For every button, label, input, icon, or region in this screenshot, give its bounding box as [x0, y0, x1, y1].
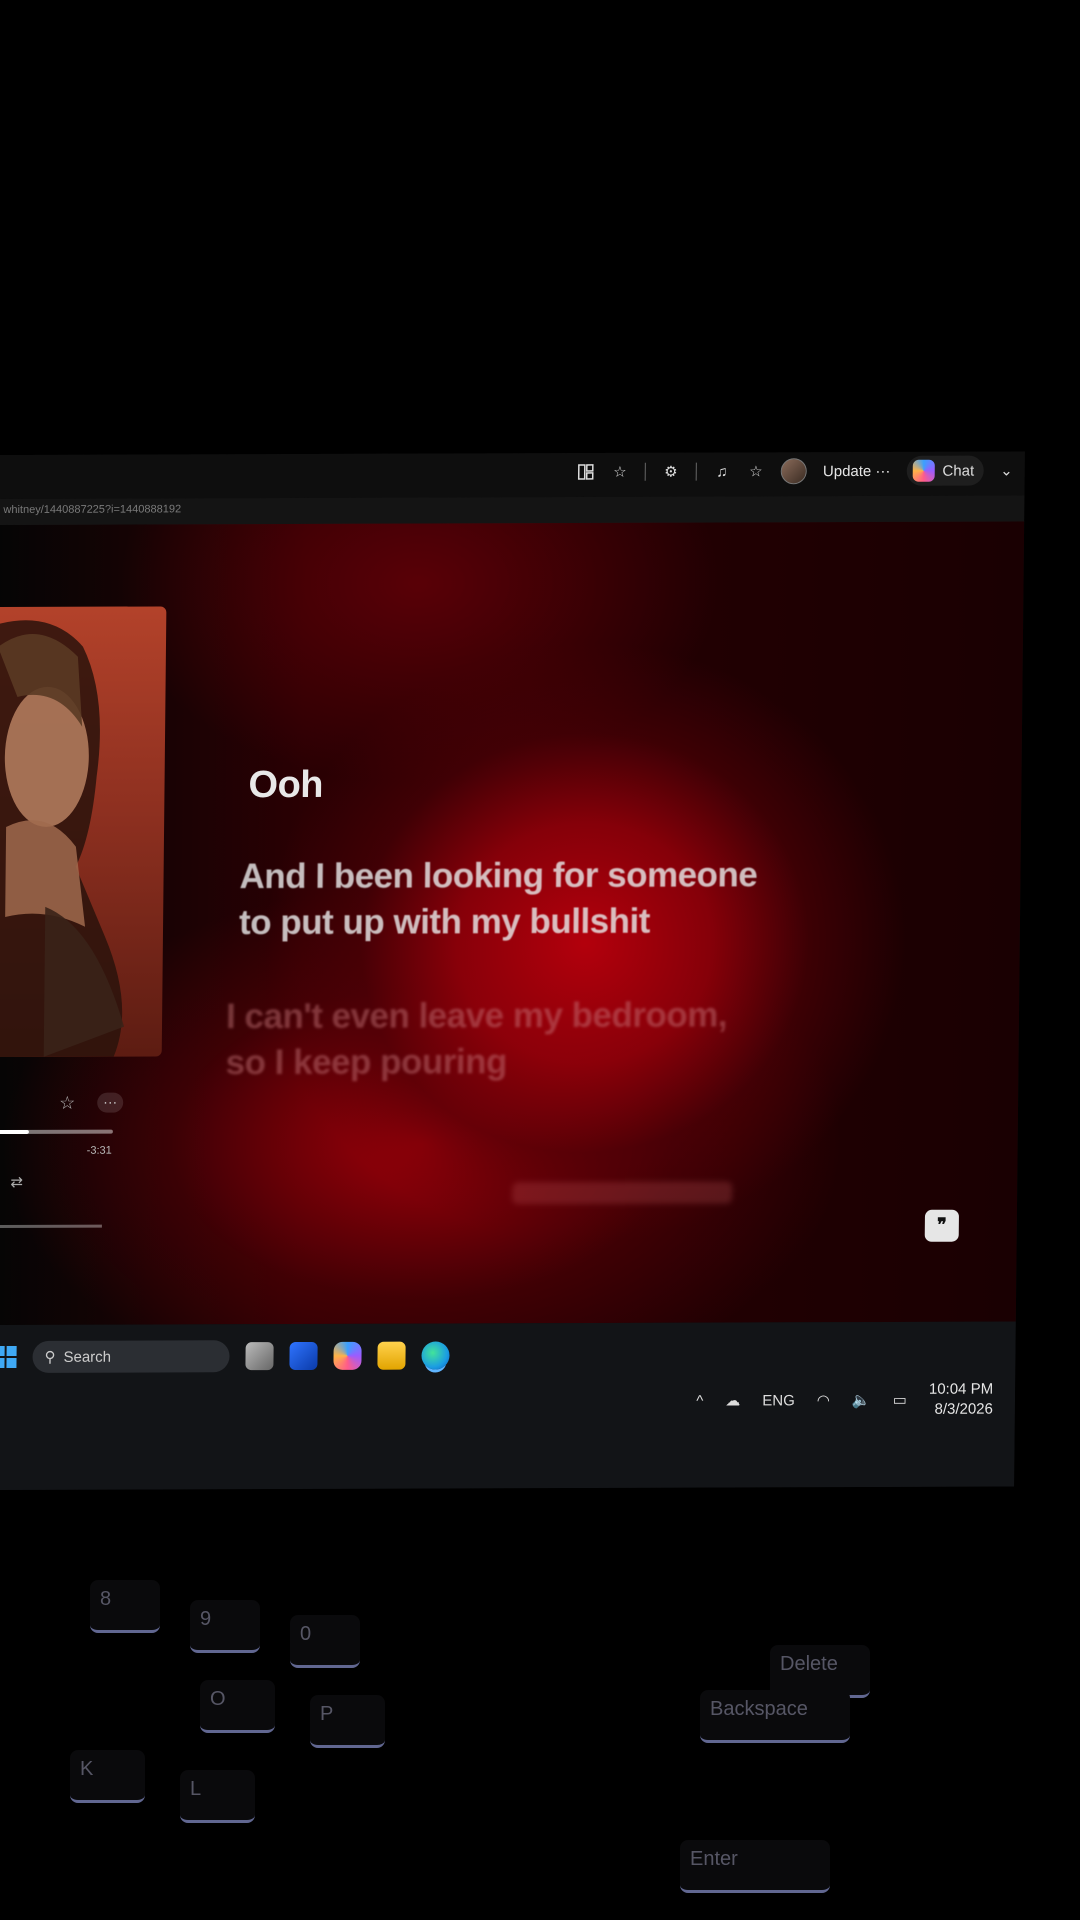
copilot-icon: [912, 459, 935, 482]
faded-lyric-line: [512, 1177, 733, 1216]
chat-label: Chat: [942, 462, 975, 480]
language-indicator[interactable]: ENG: [762, 1392, 795, 1409]
clock[interactable]: 10:04 PM 8/3/2026: [929, 1380, 994, 1420]
laptop-keyboard: 8 9 0 O P K L Delete Backspace Enter: [0, 1500, 1080, 1920]
favorite-song-button[interactable]: ☆: [59, 1093, 75, 1114]
key-p: P: [310, 1695, 385, 1748]
speaker-icon[interactable]: 🔈: [852, 1391, 871, 1409]
wifi-icon[interactable]: ◠: [817, 1391, 830, 1409]
key-enter: Enter: [680, 1840, 830, 1893]
notepad-app-icon[interactable]: [245, 1342, 274, 1371]
key-0: 0: [290, 1615, 360, 1668]
profile-avatar[interactable]: [780, 458, 808, 485]
key-o: O: [200, 1680, 275, 1733]
chevron-up-icon[interactable]: ^: [696, 1392, 703, 1409]
battery-icon[interactable]: ▭: [893, 1391, 907, 1409]
update-label: Update: [822, 462, 872, 480]
key-backspace: Backspace: [700, 1690, 850, 1743]
key-l: L: [180, 1770, 255, 1823]
toolbar-divider: [644, 462, 647, 481]
progress-fill: [0, 1129, 29, 1135]
artist-photo: [0, 620, 125, 1058]
lyric-text: And I been looking for someone: [239, 855, 758, 897]
lyric-text: I can't even leave my bedroom,: [225, 995, 728, 1037]
search-placeholder: Search: [63, 1348, 112, 1366]
clock-time: 10:04 PM: [928, 1380, 994, 1398]
key-8: 8: [90, 1580, 160, 1633]
lyrics-toggle-button[interactable]: ❞: [924, 1209, 960, 1242]
clock-date: 8/3/2026: [934, 1400, 994, 1418]
media-control-icon[interactable]: ♫: [713, 462, 731, 480]
extensions-icon[interactable]: ⚙: [662, 463, 680, 481]
favorite-star-icon[interactable]: ☆: [611, 463, 629, 481]
taskbar-apps: ⚲ Search: [0, 1339, 450, 1373]
lyric-text: so I keep pouring: [225, 1042, 508, 1083]
album-artwork[interactable]: [0, 606, 167, 1058]
search-icon: ⚲: [44, 1348, 56, 1366]
update-button[interactable]: Update ···: [823, 462, 891, 479]
volume-slider[interactable]: [0, 1224, 102, 1229]
windows-taskbar: ⚲ Search ^ ☁ ENG ◠ 🔈 ▭ 10:04 PM 8/3/2026: [0, 1321, 1016, 1491]
repeat-icon[interactable]: ⇄: [10, 1173, 23, 1191]
more-options-button[interactable]: ···: [97, 1092, 124, 1113]
copilot-app-icon[interactable]: [333, 1341, 362, 1370]
system-tray: ^ ☁ ENG ◠ 🔈 ▭ 10:04 PM 8/3/2026: [696, 1380, 993, 1421]
lyric-text: to put up with my bullshit: [238, 901, 651, 943]
start-button[interactable]: [0, 1345, 17, 1369]
taskbar-search[interactable]: ⚲ Search: [32, 1340, 230, 1373]
upcoming-lyric-line[interactable]: I can't even leave my bedroom, so I keep…: [225, 992, 727, 1086]
copilot-chat-button[interactable]: Chat: [906, 455, 985, 486]
more-icon: ···: [875, 462, 891, 480]
time-remaining: -3:31: [86, 1144, 112, 1157]
lyrics-view: ☆ ··· -3:31 ⇄ Ooh And I been looking for…: [0, 521, 1025, 1326]
edge-browser-icon[interactable]: [421, 1341, 450, 1370]
current-lyric-line[interactable]: Ooh: [248, 764, 323, 807]
favorites-icon[interactable]: ☆: [747, 462, 765, 480]
key-k: K: [70, 1750, 145, 1803]
onedrive-icon[interactable]: ☁: [725, 1391, 740, 1409]
next-lyric-line[interactable]: And I been looking for someone to put up…: [239, 852, 758, 946]
toolbar-divider: [695, 462, 698, 481]
file-explorer-icon[interactable]: [377, 1341, 406, 1370]
blurred-lyric-shape: [512, 1181, 733, 1205]
split-screen-icon[interactable]: [577, 463, 595, 481]
store-app-icon[interactable]: [289, 1341, 318, 1371]
url-text: whitney/1440887225?i=1440888192: [3, 503, 182, 516]
laptop-screen: — ❐ ✕ ☆ ⚙ ♫ ☆ Update ··· Chat ⌄: [0, 451, 1025, 1491]
browser-titlebar: ☆ ⚙ ♫ ☆ Update ··· Chat ⌄: [0, 451, 1025, 500]
chevron-down-icon[interactable]: ⌄: [1000, 461, 1013, 479]
key-9: 9: [190, 1600, 260, 1653]
browser-toolbar: ☆ ⚙ ♫ ☆ Update ··· Chat ⌄: [577, 455, 1013, 487]
playback-progress-bar[interactable]: [0, 1129, 113, 1135]
